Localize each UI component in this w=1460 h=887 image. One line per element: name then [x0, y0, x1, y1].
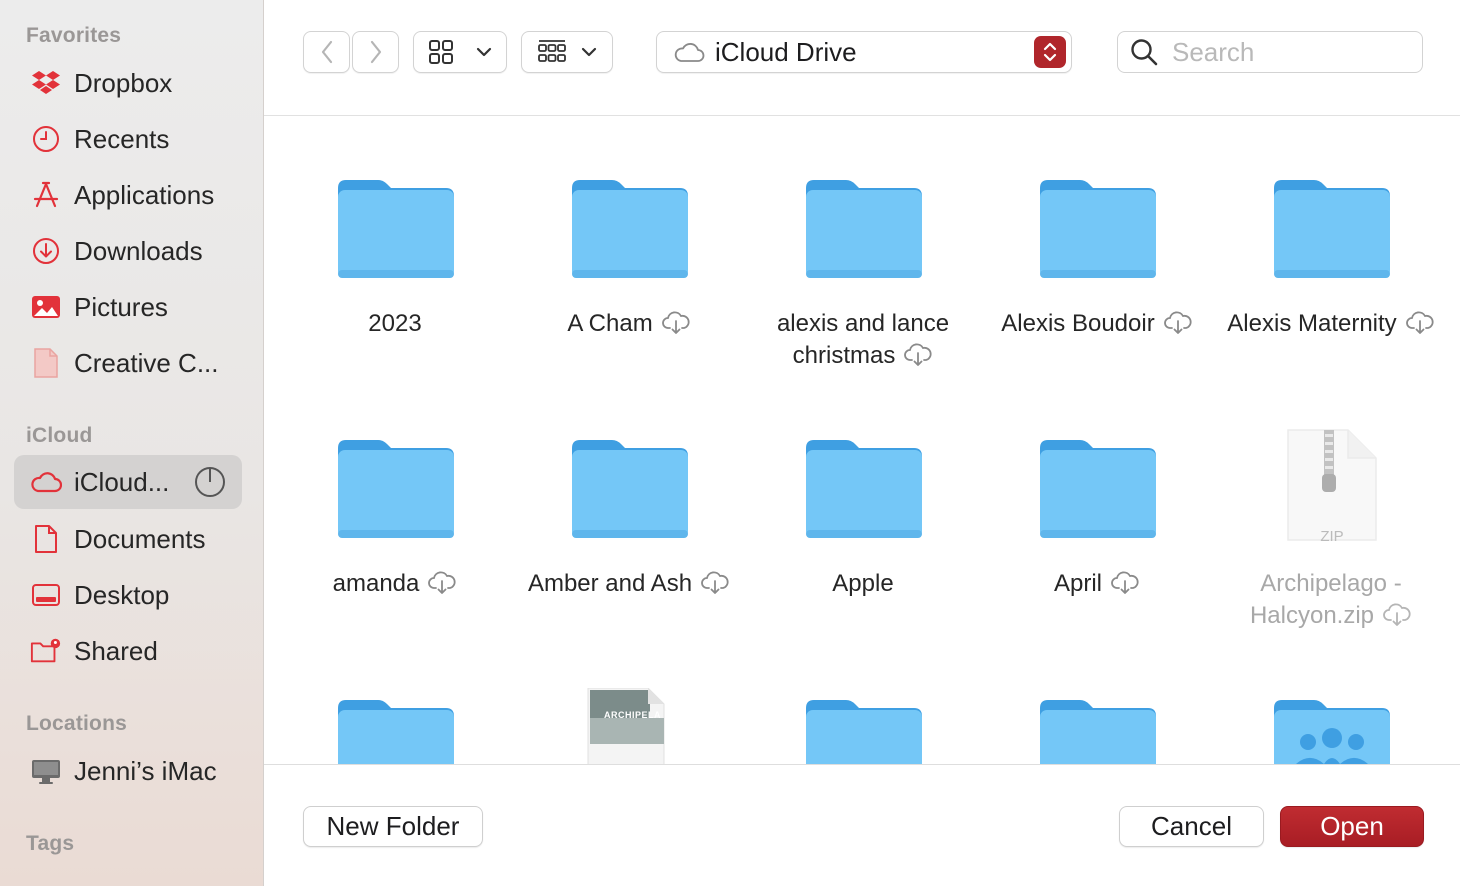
sidebar-item-imac[interactable]: Jenni’s iMac: [14, 744, 242, 798]
group-by-button[interactable]: [521, 31, 613, 73]
sidebar-item-documents[interactable]: Documents: [14, 512, 242, 566]
sidebar-item-label: Applications: [74, 179, 215, 210]
sidebar-item-desktop[interactable]: Desktop: [14, 568, 242, 622]
document-thumbnail-icon: ARCHIPELA: [570, 687, 690, 764]
cloud-download-icon: [1111, 571, 1139, 594]
folder-icon: [1038, 178, 1158, 282]
cloud-icon: [30, 466, 62, 498]
chevron-down-icon: [476, 47, 492, 57]
sidebar-item-label: Documents: [74, 523, 206, 554]
sidebar-item-label: Recents: [74, 123, 170, 154]
folder-icon: [1272, 178, 1392, 282]
file-name: alexis and lance christmas: [776, 310, 950, 369]
imac-icon: [30, 755, 62, 787]
cloud-download-icon: [661, 311, 690, 334]
toolbar: iCloud Drive: [264, 0, 1460, 116]
sidebar-item-label: Pictures: [74, 291, 168, 322]
dropbox-icon: [30, 67, 62, 99]
desktop-icon: [30, 579, 62, 611]
sidebar-item-label: Creative C...: [74, 347, 219, 378]
sidebar-section-locations: Locations: [26, 712, 127, 735]
sidebar-section-favorites: Favorites: [26, 24, 122, 47]
file-name: 2023: [368, 310, 422, 337]
sidebar-item-label: iCloud...: [74, 466, 170, 497]
sidebar-section-icloud: iCloud: [26, 424, 93, 447]
file-name: Alexis Maternity: [1214, 308, 1448, 340]
folder-icon: [1038, 698, 1158, 764]
document-thumbnail-text: ARCHIPELA: [604, 710, 662, 720]
cloud-download-icon: [1163, 311, 1192, 334]
cloud-icon: [674, 43, 705, 62]
group-grid-icon: [538, 40, 566, 62]
new-folder-button[interactable]: New Folder: [303, 806, 483, 847]
file-name: Archipelago - Halcyon.zip: [1214, 568, 1448, 632]
shared-folder-icon: [1272, 698, 1392, 764]
file-name: April: [980, 568, 1214, 600]
sidebar: Favorites Dropbox Recents Applications D…: [0, 0, 264, 886]
chevron-right-icon: [370, 40, 381, 64]
sidebar-item-recents[interactable]: Recents: [14, 112, 242, 166]
folder-icon: [570, 438, 690, 542]
open-button[interactable]: Open: [1280, 806, 1424, 847]
folder-icon: [804, 178, 924, 282]
sidebar-item-label: Desktop: [74, 579, 170, 610]
folder-icon: [804, 698, 924, 764]
folder-icon: [336, 178, 456, 282]
document-icon: [30, 347, 62, 379]
photo-icon: [30, 291, 62, 323]
cloud-download-icon: [904, 343, 932, 366]
shared-folder-icon: [30, 635, 62, 667]
cancel-button[interactable]: Cancel: [1119, 806, 1264, 847]
file-name: A Cham: [512, 308, 746, 340]
zip-label: ZIP: [1320, 528, 1344, 545]
search-field[interactable]: [1117, 31, 1423, 73]
cloud-download-icon: [1383, 603, 1411, 626]
cloud-download-icon: [1405, 311, 1434, 334]
sidebar-item-label: Downloads: [74, 235, 203, 266]
search-icon: [1131, 39, 1158, 66]
file-name: Amber and Ash: [512, 568, 746, 600]
sidebar-item-shared[interactable]: Shared: [14, 624, 242, 678]
cloud-download-icon: [701, 571, 729, 594]
sidebar-item-dropbox[interactable]: Dropbox: [14, 56, 242, 110]
sidebar-item-label: Jenni’s iMac: [74, 755, 217, 786]
sidebar-item-label: Dropbox: [74, 67, 173, 98]
sidebar-item-downloads[interactable]: Downloads: [14, 224, 242, 278]
folder-icon: [1038, 438, 1158, 542]
folder-icon: [804, 438, 924, 542]
popup-stepper-icon[interactable]: [1034, 36, 1066, 68]
sidebar-item-label: Shared: [74, 635, 158, 666]
back-button[interactable]: [303, 31, 350, 73]
cloud-download-icon: [428, 571, 456, 594]
storage-pie-icon[interactable]: [194, 466, 226, 503]
chevron-left-icon: [321, 40, 332, 64]
sidebar-item-applications[interactable]: Applications: [14, 168, 242, 222]
sidebar-item-pictures[interactable]: Pictures: [14, 280, 242, 334]
download-icon: [30, 235, 62, 267]
file-grid: 2023 A Cham alexis and lance christmas A…: [264, 116, 1460, 764]
chevron-down-icon: [581, 47, 597, 57]
file-name: amanda: [278, 568, 512, 600]
forward-button[interactable]: [352, 31, 399, 73]
folder-icon: [336, 438, 456, 542]
folder-icon: [570, 178, 690, 282]
folder-icon: [336, 698, 456, 764]
zip-file-icon: ZIP: [1272, 429, 1392, 545]
location-popup[interactable]: iCloud Drive: [656, 31, 1072, 73]
sidebar-item-icloud-drive[interactable]: iCloud...: [14, 455, 242, 509]
applications-icon: [30, 179, 62, 211]
clock-icon: [30, 123, 62, 155]
view-mode-button[interactable]: [413, 31, 507, 73]
sidebar-item-creative-cloud[interactable]: Creative C...: [14, 336, 242, 390]
file-name: Apple: [832, 570, 894, 597]
file-name: Alexis Boudoir: [980, 308, 1214, 340]
search-input[interactable]: [1170, 35, 1404, 69]
location-label: iCloud Drive: [715, 36, 857, 67]
sidebar-section-tags: Tags: [26, 832, 75, 855]
bottom-bar: New Folder Cancel Open: [264, 764, 1460, 887]
icon-grid-icon: [429, 40, 453, 64]
document-icon: [30, 523, 62, 555]
